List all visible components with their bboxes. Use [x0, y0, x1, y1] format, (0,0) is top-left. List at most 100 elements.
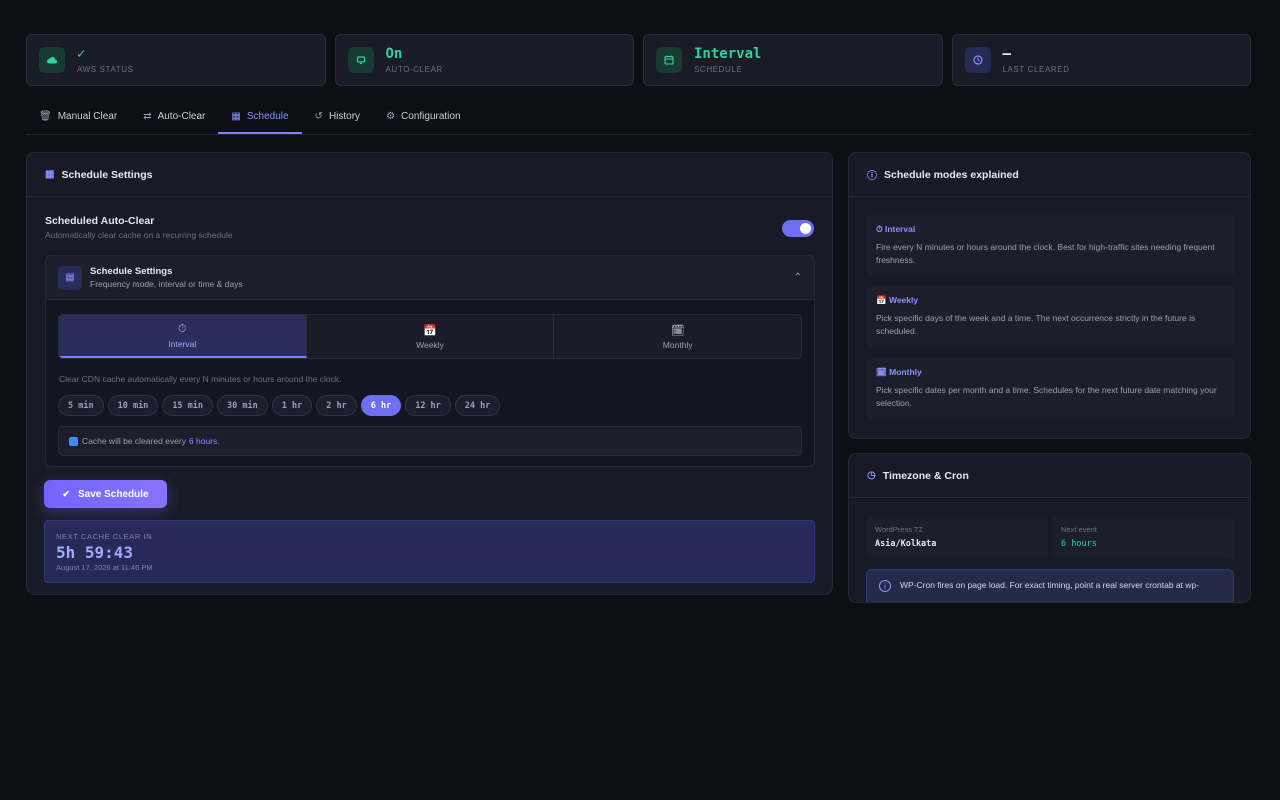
monthly-icon: 🗓 — [876, 367, 890, 377]
stat-label: SCHEDULE — [694, 65, 743, 74]
tab-label: Schedule — [246, 111, 289, 122]
clock-icon: ◷ — [867, 470, 876, 481]
scheduled-auto-clear-row: Scheduled Auto-Clear Automatically clear… — [45, 215, 814, 240]
monthly-icon: 🗓 — [670, 324, 685, 337]
mode-tab-weekly[interactable]: 📅 Weekly — [307, 315, 555, 358]
calendar-icon: ▦ — [58, 265, 82, 290]
mode-card-text: Pick specific days of the week and a tim… — [876, 313, 1196, 336]
timezone-cron-panel: ◷ Timezone & Cron WordPress TZ Asia/Kolk… — [848, 453, 1251, 603]
stat-card-last-cleared: – LAST CLEARED — [951, 34, 1251, 86]
calendar-icon: ▦ — [231, 111, 241, 122]
main-tabs: 🗑 Manual Clear ⇄ Auto-Clear ▦ Schedule ↺ His… — [26, 100, 1251, 135]
save-schedule-button[interactable]: ✔ Save Schedule — [44, 480, 167, 508]
countdown-label: NEXT CACHE CLEAR IN — [56, 532, 153, 541]
next-event-box: Next event 6 hours — [1052, 516, 1234, 559]
mode-card-weekly: 📅 Weekly Pick specific days of the week … — [866, 286, 1235, 348]
mode-card-title: 🗓 Monthly — [876, 367, 1225, 378]
interval-chips: 5 min 10 min 15 min 30 min 1 hr 2 hr 6 h… — [58, 395, 501, 416]
repeat-icon — [69, 436, 78, 446]
mode-card-title-text: Interval — [885, 224, 916, 234]
toggle-title: Scheduled Auto-Clear — [45, 215, 155, 227]
calendar-icon: ▦ — [45, 169, 55, 180]
mode-card-title: ⏱ Interval — [876, 224, 1225, 235]
mode-card-title-text: Monthly — [889, 367, 922, 377]
panel-title: Schedule Settings — [61, 168, 153, 181]
scheduled-auto-clear-toggle[interactable] — [782, 220, 814, 237]
calendar-icon — [656, 47, 682, 73]
panel-title: Schedule modes explained — [884, 168, 1019, 181]
status-cards: ✓ AWS STATUS On AUTO-CLEAR Interval SCHE… — [26, 34, 1251, 86]
panel-header: ⓘ Schedule modes explained — [849, 153, 1250, 197]
frequency-mode-tabs: ⏱ Interval 📅 Weekly 🗓 Monthly — [58, 314, 802, 359]
interval-chip[interactable]: 30 min — [217, 395, 268, 416]
repeat-icon: ⇄ — [143, 111, 152, 122]
next-event-label: Next event — [1061, 525, 1097, 534]
calendar-icon: 📅 — [423, 324, 437, 337]
wp-tz-value: Asia/Kolkata — [875, 539, 937, 549]
clock-icon — [964, 47, 991, 73]
mode-card-title: 📅 Weekly — [876, 295, 1225, 306]
interval-chip[interactable]: 2 hr — [316, 395, 357, 416]
accordion-desc: Frequency mode, interval or time & days — [90, 279, 243, 289]
interval-chip[interactable]: 5 min — [58, 395, 104, 416]
mode-tab-interval[interactable]: ⏱ Interval — [59, 315, 307, 358]
check-icon: ✔ — [62, 488, 70, 499]
interval-chip[interactable]: 24 hr — [454, 395, 501, 416]
stat-card-schedule: Interval SCHEDULE — [643, 34, 943, 86]
interval-chip[interactable]: 15 min — [162, 395, 214, 416]
chevron-up-icon[interactable]: ⌃ — [794, 272, 802, 283]
tab-label: Configuration — [401, 111, 461, 122]
tab-label: History — [328, 111, 361, 122]
stat-value: On — [385, 46, 403, 62]
panel-title: Timezone & Cron — [882, 469, 969, 482]
trash-icon: 🗑 — [39, 111, 52, 122]
tab-configuration[interactable]: ⚙ Configuration — [373, 100, 473, 133]
stat-label: AWS STATUS — [77, 65, 134, 74]
schedule-settings-accordion: ▦ Schedule Settings Frequency mode, inte… — [45, 255, 815, 467]
mode-card-interval: ⏱ Interval Fire every N minutes or hours… — [866, 215, 1235, 277]
stat-label: AUTO-CLEAR — [385, 65, 443, 74]
summary-suffix: . — [217, 436, 220, 446]
interval-summary: Cache will be cleared every 6 hours . — [58, 426, 802, 456]
accordion-title: Schedule Settings — [90, 266, 173, 277]
interval-description: Clear CDN cache automatically every N mi… — [59, 374, 342, 384]
mode-label: Monthly — [662, 339, 693, 350]
summary-value: 6 hours — [188, 436, 218, 446]
info-icon: i — [879, 580, 891, 592]
interval-chip-selected[interactable]: 6 hr — [360, 395, 402, 416]
tab-schedule[interactable]: ▦ Schedule — [218, 100, 302, 134]
gear-icon: ⚙ — [386, 111, 396, 122]
timer-icon: ⏱ — [178, 322, 187, 335]
mode-card-text: Pick specific dates per month and a time… — [876, 385, 1217, 408]
accordion-header[interactable]: ▦ Schedule Settings Frequency mode, inte… — [46, 256, 814, 300]
mode-tab-monthly[interactable]: 🗓 Monthly — [554, 315, 801, 358]
cron-note-text: WP-Cron fires on page load. For exact ti… — [900, 580, 1200, 590]
interval-chip[interactable]: 12 hr — [405, 395, 451, 416]
auto-clear-icon — [347, 47, 374, 73]
panel-header: ◷ Timezone & Cron — [849, 454, 1250, 498]
tab-auto-clear[interactable]: ⇄ Auto-Clear — [130, 100, 218, 133]
wordpress-tz-box: WordPress TZ Asia/Kolkata — [866, 516, 1048, 559]
tab-manual-clear[interactable]: 🗑 Manual Clear — [26, 100, 130, 133]
tab-label: Auto-Clear — [157, 111, 206, 122]
interval-chip[interactable]: 1 hr — [271, 395, 313, 416]
history-icon: ↺ — [314, 111, 323, 122]
stat-label: LAST CLEARED — [1002, 65, 1070, 74]
timer-icon: ⏱ — [876, 224, 885, 234]
next-clear-countdown: NEXT CACHE CLEAR IN 5h 59:43 August 17, … — [44, 520, 815, 583]
stat-value: Interval — [694, 46, 762, 62]
stat-value: ✓ — [77, 46, 86, 62]
cloud-icon — [39, 47, 65, 73]
wp-tz-label: WordPress TZ — [875, 525, 924, 534]
schedule-modes-panel: ⓘ Schedule modes explained ⏱ Interval Fi… — [848, 152, 1251, 439]
wp-cron-note: i WP-Cron fires on page load. For exact … — [866, 569, 1234, 602]
summary-prefix: Cache will be cleared every — [82, 436, 186, 446]
tab-history[interactable]: ↺ History — [302, 100, 374, 133]
stat-value: – — [1002, 46, 1011, 62]
info-icon: ⓘ — [867, 171, 877, 182]
stat-card-auto-clear: On AUTO-CLEAR — [334, 34, 634, 86]
calendar-icon: 📅 — [876, 295, 889, 305]
interval-chip[interactable]: 10 min — [107, 395, 159, 416]
mode-card-text: Fire every N minutes or hours around the… — [876, 242, 1215, 265]
mode-label: Interval — [168, 338, 197, 349]
